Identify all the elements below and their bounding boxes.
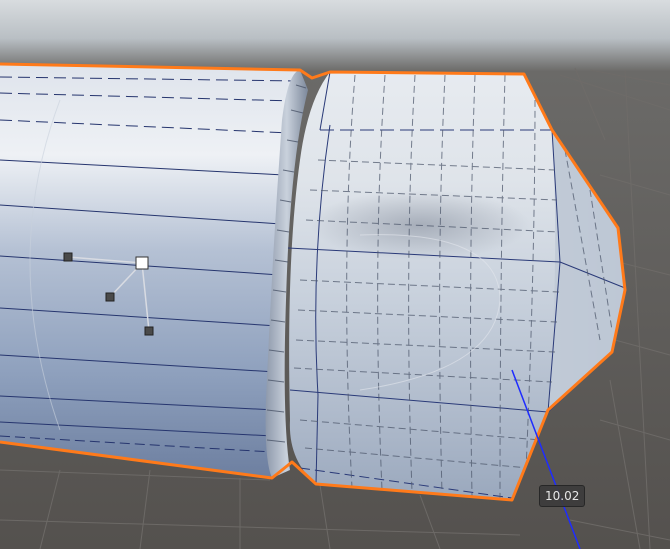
scene-viewport[interactable]: 10.02 — [0, 0, 670, 549]
control-point-icon[interactable] — [144, 326, 154, 336]
measurement-label: 10.02 — [539, 485, 586, 507]
scene-canvas[interactable] — [0, 0, 670, 549]
left-cylinder-body[interactable] — [0, 64, 300, 478]
control-point-icon[interactable] — [105, 292, 115, 302]
pivot-handle-icon[interactable] — [135, 256, 149, 270]
control-point-icon[interactable] — [63, 252, 73, 262]
